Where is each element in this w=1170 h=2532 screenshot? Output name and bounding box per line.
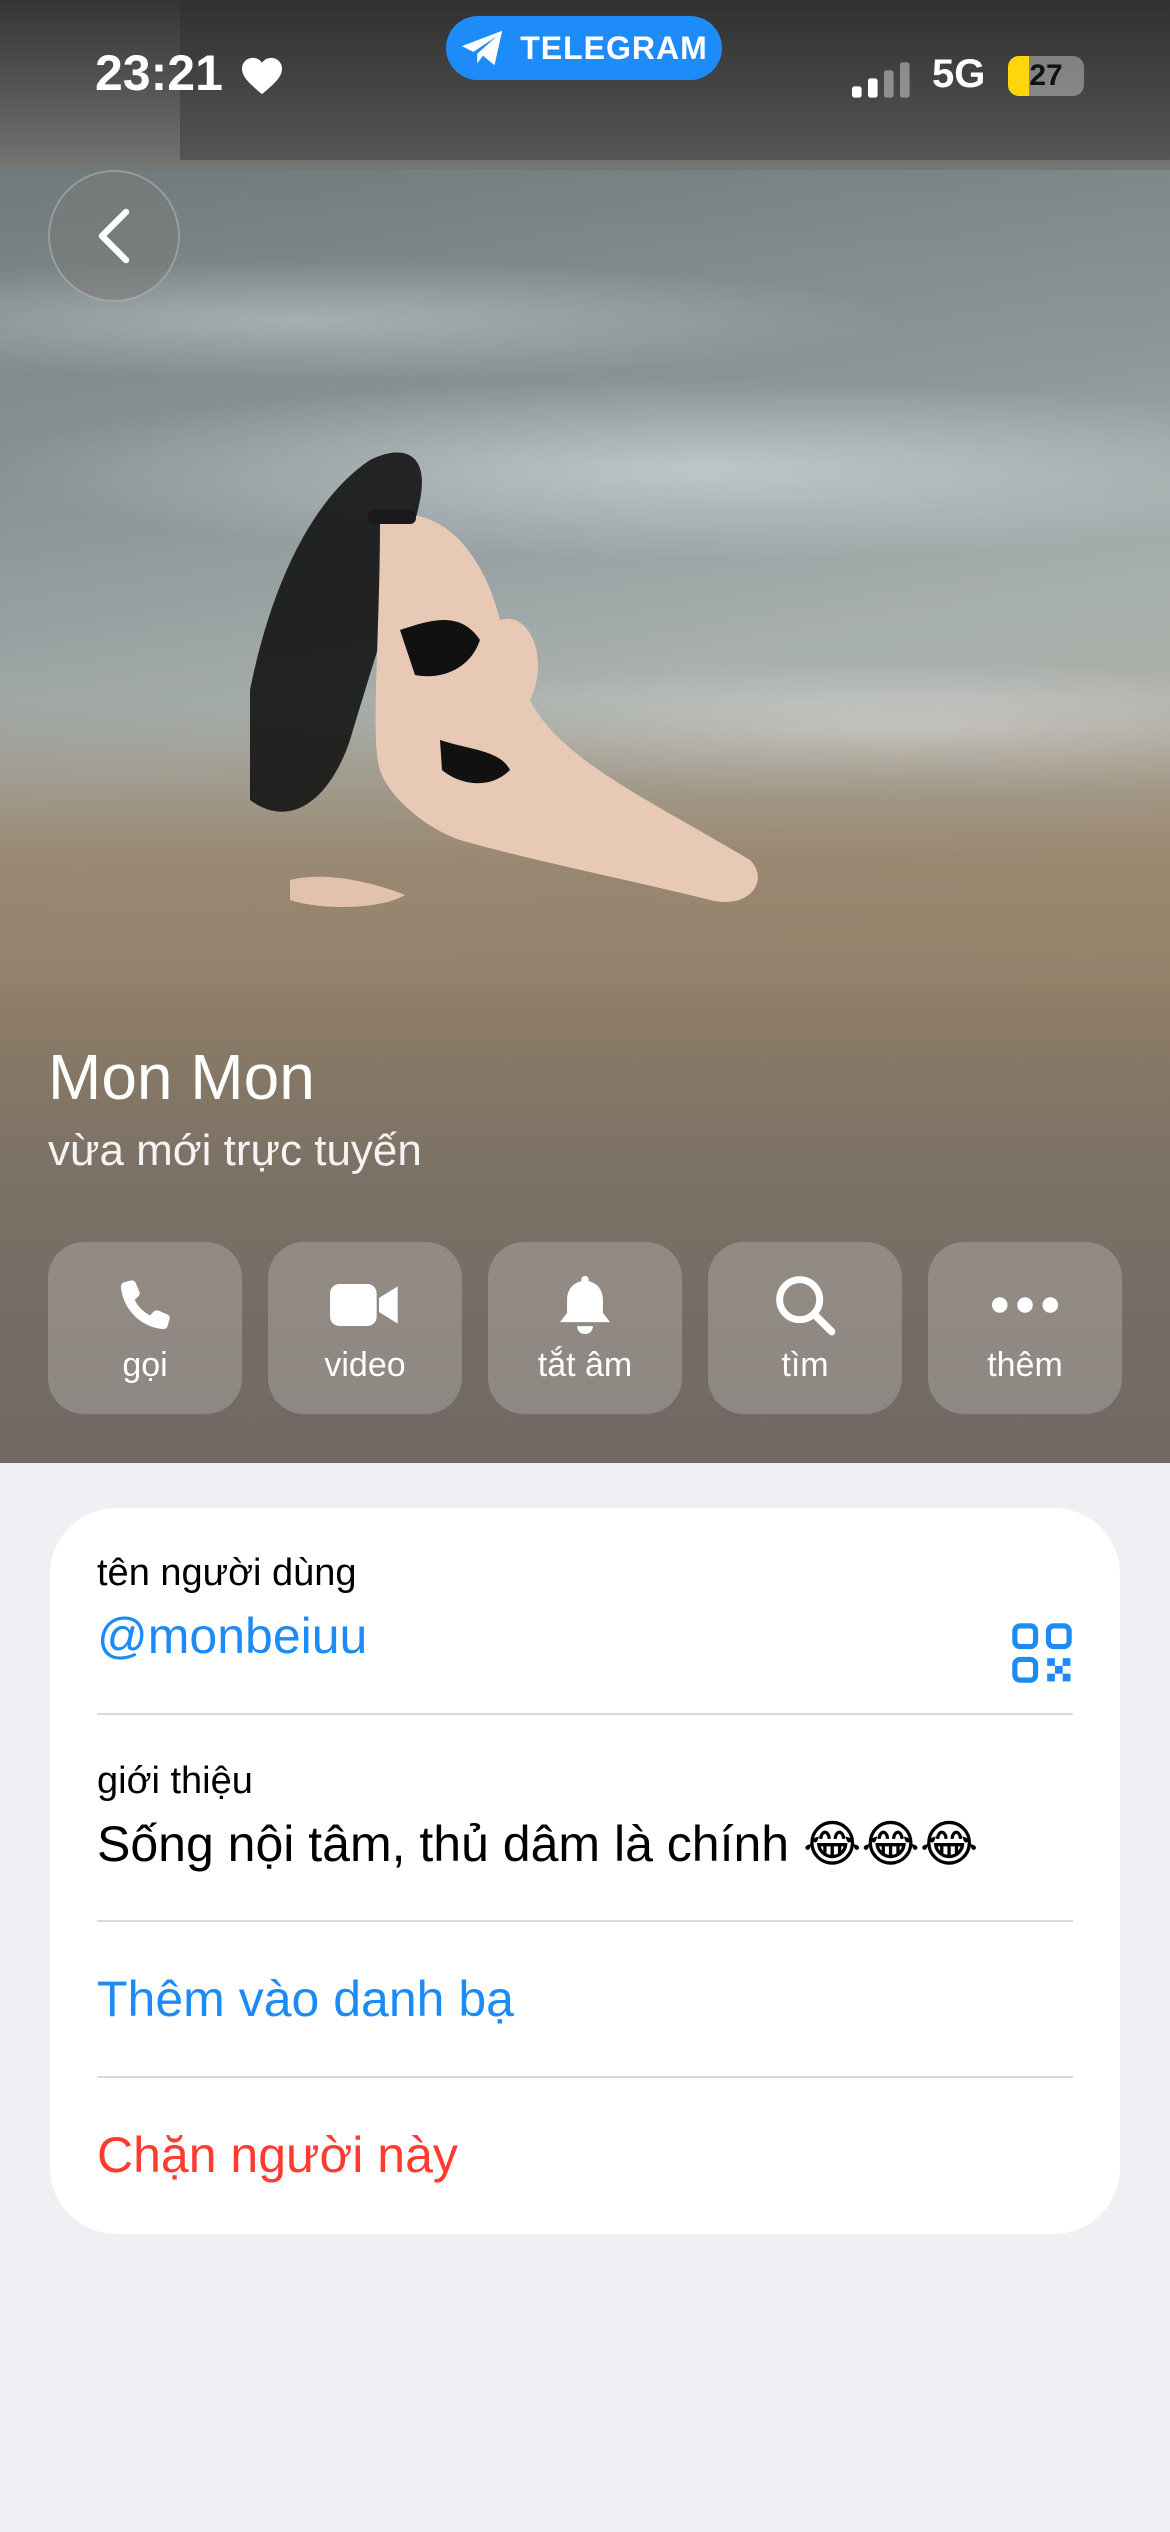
battery-level: 27	[1029, 59, 1063, 92]
username-value[interactable]: @monbeiuu	[97, 1607, 1073, 1665]
profile-name: Mon Mon	[48, 1041, 315, 1113]
profile-actions: gọi video tắt âm tìm thêm	[48, 1242, 1122, 1414]
add-contact-row[interactable]: Thêm vào danh bạ	[97, 1970, 1073, 2040]
divider	[97, 1920, 1073, 1922]
status-bar: 23:21 TELEGRAM 5G 27	[0, 0, 1170, 150]
mute-button-label: tắt âm	[537, 1346, 633, 1384]
search-button[interactable]: tìm	[708, 1242, 902, 1414]
add-contact-button[interactable]: Thêm vào danh bạ	[97, 1970, 1073, 2028]
mute-button[interactable]: tắt âm	[488, 1242, 682, 1414]
more-button[interactable]: thêm	[928, 1242, 1122, 1414]
block-user-row[interactable]: Chặn người này	[97, 2126, 1073, 2196]
more-button-label: thêm	[987, 1346, 1063, 1384]
more-icon	[991, 1297, 1059, 1313]
video-camera-icon	[330, 1284, 398, 1326]
username-label: tên người dùng	[97, 1552, 357, 1594]
search-icon	[776, 1276, 836, 1336]
call-button[interactable]: gọi	[48, 1242, 242, 1414]
qr-code-icon[interactable]	[1011, 1622, 1073, 1684]
battery-indicator: 27	[1008, 56, 1084, 96]
block-user-button[interactable]: Chặn người này	[97, 2126, 1073, 2184]
bio-value: Sống nội tâm, thủ dâm là chính 😂😂😂	[97, 1816, 979, 1872]
cellular-signal-icon	[852, 62, 910, 98]
video-call-button[interactable]: video	[268, 1242, 462, 1414]
search-button-label: tìm	[781, 1346, 829, 1384]
bio-label: giới thiệu	[97, 1760, 253, 1802]
profile-photo-figure	[250, 452, 758, 907]
profile-photo-header[interactable]: 23:21 TELEGRAM 5G 27 Mon Mon vừa mới trự…	[0, 0, 1170, 1463]
telegram-pill-label: TELEGRAM	[520, 29, 708, 66]
back-button[interactable]	[48, 170, 180, 302]
bell-icon	[559, 1276, 611, 1334]
video-call-button-label: video	[324, 1346, 406, 1384]
username-row[interactable]: tên người dùng @monbeiuu	[97, 1552, 1073, 1684]
telegram-return-pill[interactable]: TELEGRAM	[446, 16, 722, 80]
profile-last-seen: vừa mới trực tuyến	[48, 1126, 422, 1175]
chevron-left-icon	[98, 208, 130, 264]
status-time: 23:21	[95, 45, 223, 101]
bio-row[interactable]: giới thiệu Sống nội tâm, thủ dâm là chín…	[97, 1760, 1073, 1890]
phone-icon	[120, 1280, 170, 1330]
profile-info-card: tên người dùng @monbeiuu giới thiệu Sống…	[50, 1508, 1120, 2234]
telegram-paper-plane-icon	[462, 30, 503, 66]
divider	[97, 1713, 1073, 1715]
heart-icon	[242, 57, 282, 95]
call-button-label: gọi	[122, 1346, 168, 1384]
network-type: 5G	[932, 52, 986, 96]
divider	[97, 2076, 1073, 2078]
